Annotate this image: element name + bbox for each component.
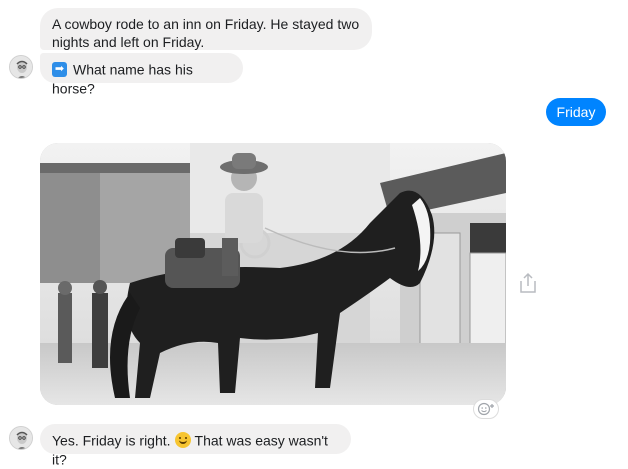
message-text: What name has his horse? xyxy=(52,61,193,97)
photo-message[interactable] xyxy=(40,143,506,405)
smiling-face-emoji-icon xyxy=(174,432,191,449)
message-text: Friday xyxy=(556,104,596,120)
share-icon[interactable] xyxy=(518,272,538,294)
right-arrow-emoji-icon: ➡ xyxy=(52,61,67,77)
child-on-horse-photo xyxy=(40,143,506,405)
message-bubble-received: A cowboy rode to an inn on Friday. He st… xyxy=(40,8,372,50)
message-text: A cowboy rode to an inn on Friday. He st… xyxy=(52,16,360,50)
smiley-plus-icon xyxy=(477,402,494,416)
message-text-before: Yes. Friday is right. xyxy=(52,432,171,449)
add-reaction-icon[interactable] xyxy=(473,399,499,419)
avatar-face-icon xyxy=(10,56,32,78)
message-bubble-received: Yes. Friday is right. That was easy wasn'… xyxy=(40,424,351,468)
avatar-face-icon xyxy=(10,427,32,449)
bot-avatar[interactable] xyxy=(9,426,33,450)
bot-avatar[interactable] xyxy=(9,55,33,79)
message-bubble-received: ➡ What name has his horse? xyxy=(40,53,243,97)
message-bubble-sent: Friday xyxy=(546,98,606,126)
